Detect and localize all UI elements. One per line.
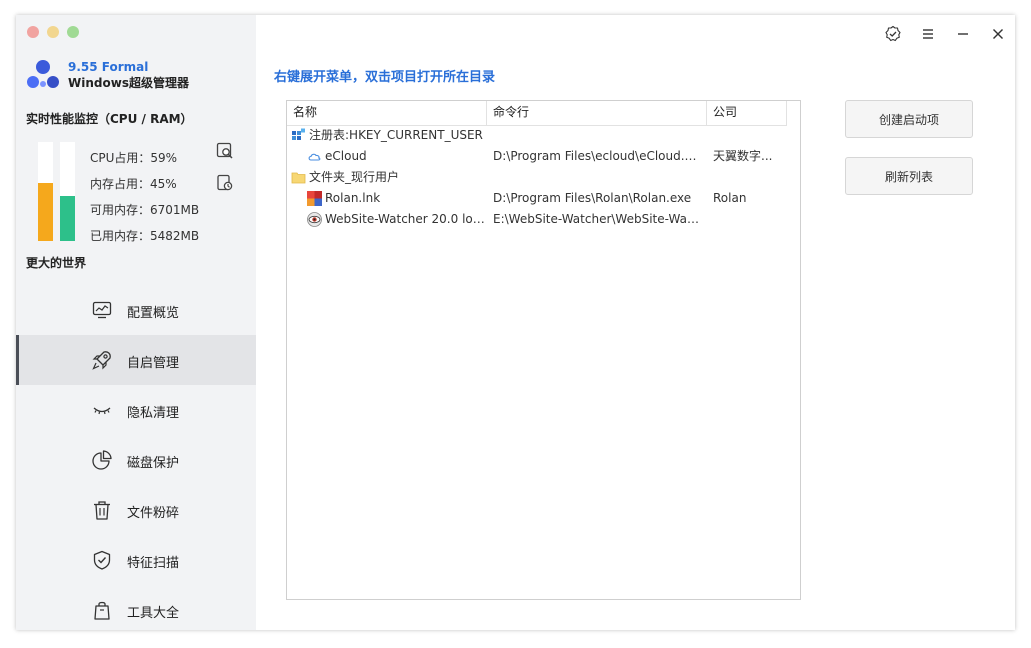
row-name: eCloud [325,149,367,163]
brand: 9.55 Formal Windows超级管理器 [26,58,189,92]
nav-label-disk-protect: 磁盘保护 [127,456,180,471]
available-memory-text: 可用内存：6701MB [90,203,200,217]
rolan-app-icon [307,191,322,206]
nav-label-feature-scan: 特征扫描 [127,556,180,571]
nav-label-config-overview: 配置概览 [127,306,180,321]
nav-item-disk-protect[interactable]: 磁盘保护 [16,435,256,485]
closed-eye-icon [93,407,111,415]
cpu-usage-text: CPU占用：59% [90,151,178,165]
cpu-search-icon[interactable] [216,142,234,160]
trash-icon [94,501,110,520]
create-startup-item-button[interactable]: 创建启动项 [845,100,973,138]
app-window: 9.55 Formal Windows超级管理器 实时性能监控（CPU / RA… [16,15,1015,630]
nav-item-privacy-clean[interactable]: 隐私清理 [16,385,256,435]
row-company: Rolan [713,191,747,205]
nav-label-privacy-clean: 隐私清理 [127,406,180,421]
rocket-icon [92,351,111,370]
app-logo-icon [27,60,59,88]
table-group-row[interactable]: 文件夹_现行用户 [287,167,799,188]
row-command: E:\WebSite-Watcher\WebSite-Wat... [493,212,703,226]
close-icon[interactable] [989,25,1007,43]
memory-clean-icon[interactable] [216,174,234,192]
column-header-name[interactable]: 名称 [287,101,487,125]
chart-monitor-icon [92,301,112,319]
nav-item-feature-scan[interactable]: 特征扫描 [16,535,256,585]
nav-label-startup-manager: 自启管理 [127,356,180,371]
nav-item-toolbox[interactable]: 工具大全 [16,585,256,635]
menu-icon[interactable] [919,25,937,43]
row-company [713,209,783,230]
verified-badge-icon[interactable] [884,25,902,43]
table-row[interactable]: Rolan.lnk D:\Program Files\Rolan\Rolan.e… [287,188,799,209]
cloud-icon [308,153,321,161]
table-group-row[interactable]: 注册表:HKEY_CURRENT_USER [287,125,799,146]
pie-chart-icon [92,450,112,470]
folder-icon [291,172,306,184]
slogan-text: 更大的世界 [26,256,87,270]
registry-icon [292,128,305,140]
nav-item-startup-manager[interactable]: 自启管理 [16,335,256,385]
nav-label-file-shredder: 文件粉碎 [127,506,180,521]
app-version: 9.55 Formal [68,60,149,74]
minimize-dot[interactable] [47,26,59,38]
close-dot[interactable] [27,26,39,38]
row-command: D:\Program Files\Rolan\Rolan.exe [493,191,692,205]
zoom-dot[interactable] [67,26,79,38]
sidebar-nav: 配置概览 自启管理 隐私清理 磁盘保护 文件粉碎 特征扫描 工具大全 [16,285,256,635]
table-row[interactable]: WebSite-Watcher 20.0 loa... E:\WebSite-W… [287,209,799,230]
sidebar: 9.55 Formal Windows超级管理器 实时性能监控（CPU / RA… [16,15,256,630]
nav-label-toolbox: 工具大全 [127,606,180,621]
column-header-command[interactable]: 命令行 [487,101,707,125]
nav-item-file-shredder[interactable]: 文件粉碎 [16,485,256,535]
table-header: 名称 命令行 公司 [287,101,787,126]
nav-item-config-overview[interactable]: 配置概览 [16,285,256,335]
bag-icon [94,601,110,620]
startup-items-table[interactable]: 名称 命令行 公司 注册表:HKEY_CURRENT_USER eCloud D… [286,100,801,600]
refresh-list-button[interactable]: 刷新列表 [845,157,973,195]
window-controls-mac [27,26,79,38]
row-command: D:\Program Files\ecloud\eCloud.e... [493,149,703,163]
memory-usage-text: 内存占用：45% [90,177,177,191]
app-name: Windows超级管理器 [68,76,189,90]
used-memory-text: 已用内存：5482MB [90,229,200,243]
row-name: WebSite-Watcher 20.0 loa... [325,212,491,226]
cpu-usage-bar [38,142,53,241]
row-name: 注册表:HKEY_CURRENT_USER [309,128,483,142]
shield-check-icon [93,550,111,570]
column-header-company[interactable]: 公司 [707,101,787,125]
memory-usage-bar [60,142,75,241]
row-name: 文件夹_现行用户 [309,170,400,184]
row-company: 天翼数字... [713,149,773,163]
perf-monitor-title: 实时性能监控（CPU / RAM） [26,112,193,126]
usage-hint: 右键展开菜单，双击项目打开所在目录 [274,70,496,85]
eye-app-icon [307,212,322,227]
table-row[interactable]: eCloud D:\Program Files\ecloud\eCloud.e.… [287,146,799,167]
minimize-icon[interactable] [954,25,972,43]
row-name: Rolan.lnk [325,191,381,205]
